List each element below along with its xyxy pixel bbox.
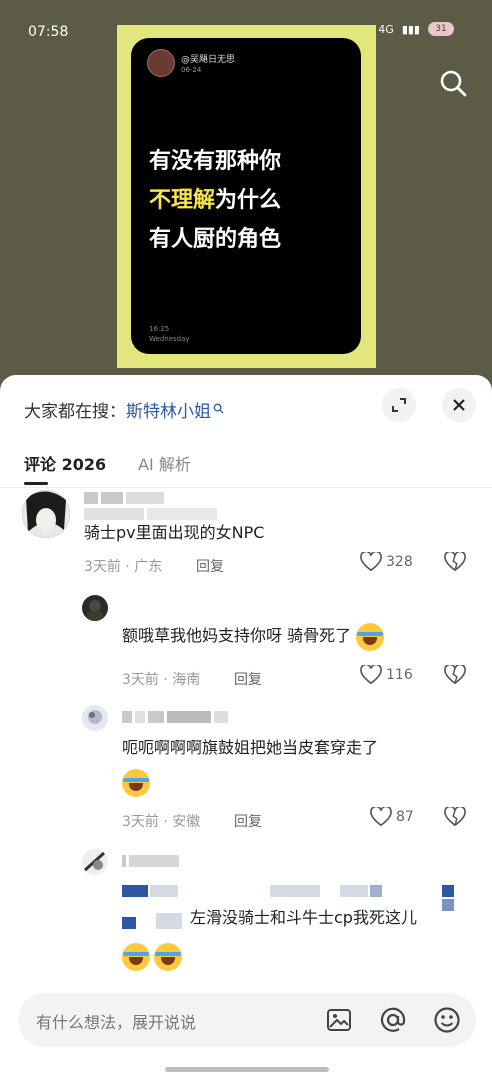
comment-text: 额哦草我他妈支持你呀 骑骨死了 [122, 621, 385, 651]
comment-text: 呃呃啊啊啊旗鼓姐把她当皮套穿走了 [122, 738, 379, 757]
poster-weekday: Wednesday [149, 335, 190, 343]
video-background: 07:58 ✱ ≋ 4G ▮▮▮ 31 @吴飓日无思 06-24 有没有那种你 … [0, 0, 492, 400]
like-count: 87 [396, 809, 414, 825]
comment-input[interactable]: 有什么想法，展开说说 [36, 1009, 196, 1033]
like-button[interactable]: 328 [360, 552, 413, 572]
comment-sheet: 大家都在搜： 斯特林小姐 评论 2026 AI 解析 骑士pv里面出现的女NPC… [0, 375, 492, 1080]
poster-card: @吴飓日无思 06-24 有没有那种你 不理解为什么 有人厨的角色 16:25 … [131, 38, 361, 354]
crying-laughing-icon [154, 943, 182, 971]
avatar[interactable] [82, 595, 108, 621]
heart-icon [360, 552, 382, 572]
poster-line-2-rest: 为什么 [215, 188, 282, 213]
poster-headline: 有没有那种你 不理解为什么 有人厨的角色 [149, 142, 349, 259]
emoji-icon[interactable] [432, 1005, 462, 1035]
search-suggestion[interactable]: 大家都在搜： 斯特林小姐 [24, 397, 224, 422]
tab-comments[interactable]: 评论 2026 [24, 451, 106, 485]
search-button[interactable] [434, 64, 472, 102]
poster-date: 06-24 [181, 66, 202, 74]
like-count: 116 [386, 667, 413, 683]
dislike-button[interactable] [444, 550, 466, 576]
avatar[interactable] [82, 705, 108, 731]
comment-text: 骑士pv里面出现的女NPC [84, 523, 265, 542]
image-icon[interactable] [324, 1005, 354, 1035]
comment-input-bar[interactable]: 有什么想法，展开说说 [18, 993, 476, 1047]
tab-ai-analysis[interactable]: AI 解析 [138, 451, 191, 485]
broken-heart-icon [444, 805, 466, 827]
avatar[interactable] [82, 849, 108, 875]
crying-laughing-icon [356, 622, 385, 651]
comment-meta: 3天前 · 海南 [122, 672, 201, 688]
username-blurred [122, 855, 179, 867]
battery-icon: 31 [428, 22, 454, 36]
comment-item: 左滑没骑士和斗牛士cp我死这儿 [0, 847, 492, 987]
poster-line-2: 不理解为什么 [149, 181, 349, 220]
comment-item: 呃呃啊啊啊旗鼓姐把她当皮套穿走了 3天前 · 安徽 回复 87 [0, 703, 492, 838]
username-blurred [122, 711, 228, 723]
comment-meta: 3天前 · 广东 [84, 559, 163, 575]
comment-item: 额哦草我他妈支持你呀 骑骨死了 3天前 · 海南 回复 116 [0, 593, 492, 703]
comment-tabs: 评论 2026 AI 解析 [24, 451, 191, 485]
like-button[interactable]: 116 [360, 665, 413, 685]
username-blurred [84, 492, 164, 504]
crying-laughing-icon [122, 769, 150, 797]
comment-text-content: 额哦草我他妈支持你呀 骑骨死了 [122, 626, 352, 645]
status-time: 07:58 [28, 24, 69, 40]
poster-line-3: 有人厨的角色 [149, 227, 282, 252]
poster-highlight: 不理解 [149, 188, 216, 213]
suggest-prefix: 大家都在搜： [24, 402, 126, 422]
comment-item: 骑士pv里面出现的女NPC 3天前 · 广东 回复 328 [0, 488, 492, 598]
heart-icon [360, 665, 382, 685]
broken-heart-icon [444, 550, 466, 572]
broken-heart-icon [444, 663, 466, 685]
home-indicator[interactable] [165, 1067, 329, 1072]
search-icon [440, 70, 467, 97]
signal-icon: ▮▮▮ [401, 22, 420, 36]
emoji-row [122, 943, 182, 971]
comment-text: 左滑没骑士和斗牛士cp我死这儿 [190, 908, 417, 927]
expand-button[interactable] [382, 388, 416, 422]
mention-icon[interactable] [378, 1005, 408, 1035]
network-label: 4G [378, 22, 394, 36]
dislike-button[interactable] [444, 663, 466, 689]
reply-button[interactable]: 回复 [234, 811, 262, 831]
poster-clock: 16:25 [149, 325, 170, 333]
avatar[interactable] [22, 490, 70, 538]
comment-meta: 3天前 · 安徽 [122, 814, 201, 830]
dislike-button[interactable] [444, 805, 466, 831]
like-button[interactable]: 87 [370, 807, 414, 827]
poster-line-1: 有没有那种你 [149, 149, 282, 174]
reply-button[interactable]: 回复 [196, 556, 224, 576]
reply-button[interactable]: 回复 [234, 669, 262, 689]
poster-username: @吴飓日无思 [181, 55, 236, 65]
heart-icon [370, 807, 392, 827]
small-search-icon [213, 403, 224, 417]
close-icon [453, 399, 465, 411]
like-count: 328 [386, 554, 413, 570]
close-button[interactable] [442, 388, 476, 422]
poster-avatar [147, 49, 175, 77]
suggest-keyword[interactable]: 斯特林小姐 [126, 397, 211, 422]
expand-icon [392, 398, 406, 412]
crying-laughing-icon [122, 943, 150, 971]
